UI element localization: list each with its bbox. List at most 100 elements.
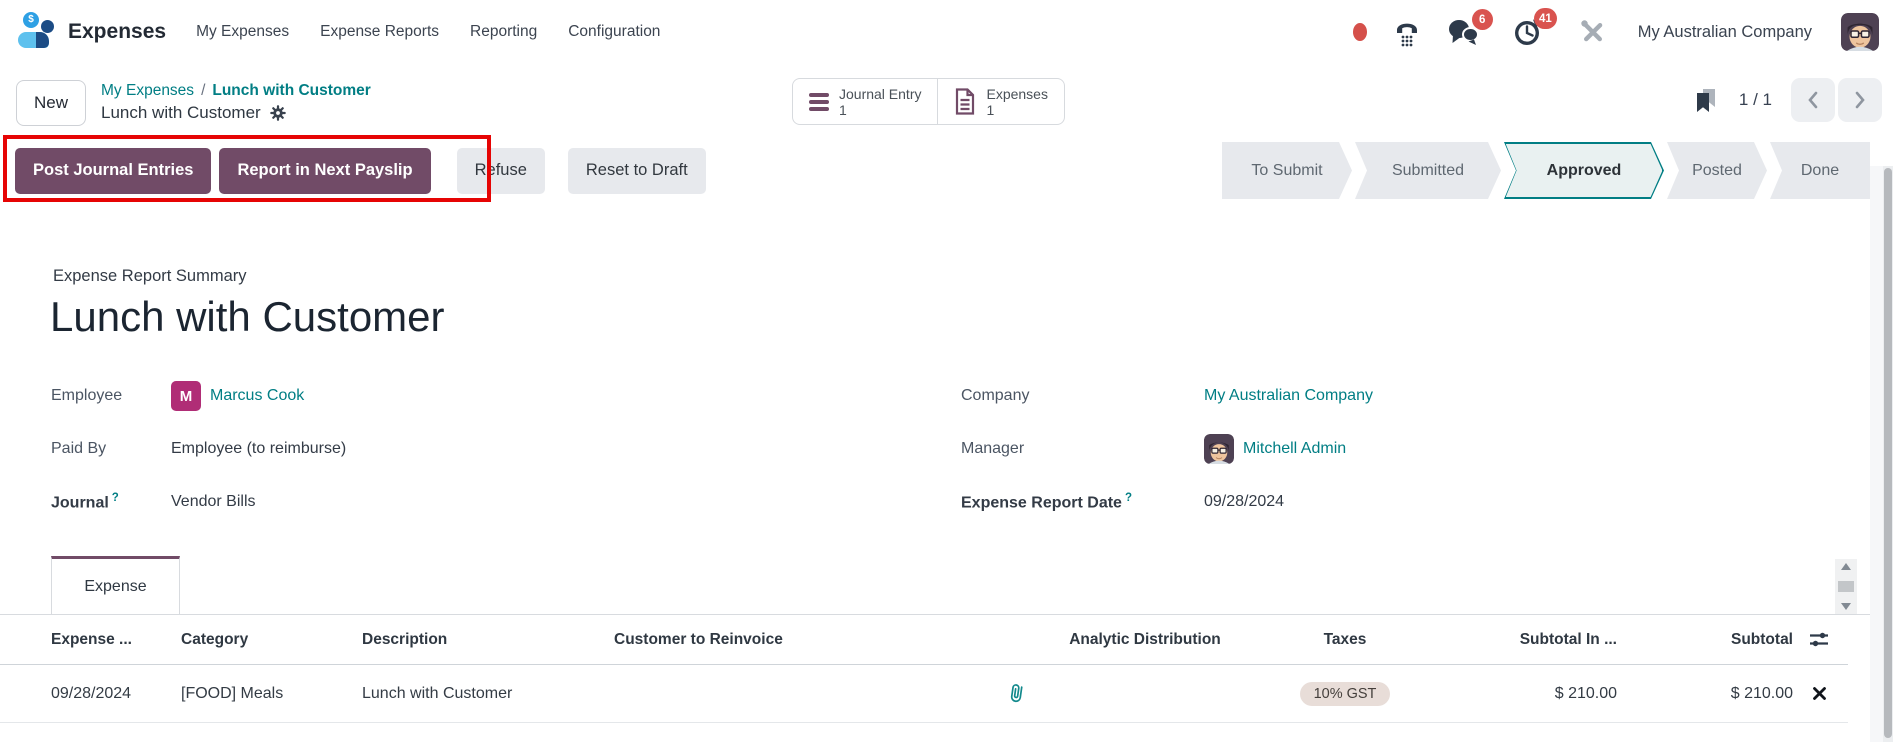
systray: 6 41 My Australian Company	[1353, 13, 1879, 51]
breadcrumb-current: Lunch with Customer	[212, 82, 370, 99]
refuse-button[interactable]: Refuse	[457, 148, 545, 194]
user-avatar[interactable]	[1841, 13, 1879, 51]
expense-report-date-help-icon: ?	[1125, 492, 1132, 504]
bars-icon	[809, 93, 829, 111]
table-row: 09/28/2024 [FOOD] Meals Lunch with Custo…	[0, 665, 1848, 723]
menu-my-expenses[interactable]: My Expenses	[196, 23, 289, 41]
scroll-down-icon[interactable]	[1841, 603, 1851, 610]
header-customer-to-reinvoice[interactable]: Customer to Reinvoice	[614, 615, 994, 664]
cell-expense-date[interactable]: 09/28/2024	[51, 665, 179, 722]
page-scrollbar[interactable]	[1883, 166, 1893, 742]
employee-value[interactable]: Marcus Cook	[210, 387, 304, 405]
header-subtotal[interactable]: Subtotal	[1630, 615, 1793, 664]
status-step-submitted[interactable]: Submitted	[1355, 142, 1501, 199]
field-company: Company My Australian Company	[961, 379, 1373, 413]
logo-person-body	[18, 32, 49, 48]
expense-report-date-label: Expense Report Date?	[961, 492, 1204, 512]
header-expense-date[interactable]: Expense ...	[51, 615, 179, 664]
page-scrollbar-thumb[interactable]	[1884, 168, 1892, 738]
table-scrollbar	[1835, 559, 1857, 614]
sheet-right-margin	[1870, 166, 1883, 742]
field-expense-report-date: Expense Report Date? 09/28/2024	[961, 485, 1373, 519]
delete-row-icon[interactable]	[1813, 687, 1826, 700]
report-in-next-payslip-button[interactable]: Report in Next Payslip	[219, 148, 430, 194]
scroll-thumb[interactable]	[1838, 581, 1854, 592]
journal-label: Journal?	[51, 492, 171, 512]
cell-subtotal-in-currency[interactable]: $ 210.00	[1440, 665, 1617, 722]
employee-label: Employee	[51, 387, 171, 405]
header-description[interactable]: Description	[362, 615, 612, 664]
gear-icon[interactable]	[270, 105, 286, 121]
menu-reporting[interactable]: Reporting	[470, 23, 537, 41]
pager-next-button[interactable]	[1838, 78, 1882, 122]
header-subtotal-in-currency[interactable]: Subtotal In ...	[1440, 615, 1617, 664]
cell-analytic-distribution[interactable]	[1040, 665, 1250, 722]
pager[interactable]: 1 / 1	[1739, 90, 1772, 110]
stat-button-expenses[interactable]: Expenses 1	[937, 79, 1063, 124]
logo-person-head	[41, 20, 54, 33]
field-manager: Manager Mitchell Admin	[961, 432, 1373, 466]
journal-value[interactable]: Vendor Bills	[171, 493, 256, 511]
stat-value: 1	[986, 102, 1047, 118]
app-name[interactable]: Expenses	[68, 20, 166, 44]
record-display-name: Lunch with Customer	[101, 101, 261, 125]
company-switcher[interactable]: My Australian Company	[1638, 23, 1812, 42]
field-journal: Journal? Vendor Bills	[51, 485, 346, 519]
form-sheet: Expense Report Summary Lunch with Custom…	[0, 221, 1870, 742]
manager-avatar	[1204, 434, 1234, 464]
cell-description[interactable]: Lunch with Customer	[362, 665, 612, 722]
stat-label: Journal Entry	[839, 86, 921, 102]
presence-indicator-icon	[1353, 23, 1367, 41]
stat-value: 1	[839, 102, 921, 118]
expense-table-header: Expense ... Category Description Custome…	[0, 615, 1848, 665]
new-button[interactable]: New	[16, 80, 86, 126]
activities-icon[interactable]: 41	[1513, 17, 1544, 47]
header-category[interactable]: Category	[181, 615, 359, 664]
company-label: Company	[961, 387, 1204, 405]
cell-taxes: 10% GST	[1252, 665, 1438, 722]
manager-label: Manager	[961, 440, 1204, 458]
expense-report-date-value[interactable]: 09/28/2024	[1204, 493, 1284, 511]
cell-category[interactable]: [FOOD] Meals	[181, 665, 359, 722]
paid-by-label: Paid By	[51, 440, 171, 458]
employee-avatar: M	[171, 381, 201, 411]
action-bar: Post Journal Entries Report in Next Pays…	[0, 142, 1893, 199]
optional-columns-icon[interactable]	[1798, 615, 1840, 664]
tab-expense[interactable]: Expense	[51, 556, 180, 615]
pager-previous-button[interactable]	[1791, 78, 1835, 122]
messages-badge: 6	[1472, 9, 1493, 30]
journal-help-icon: ?	[112, 492, 119, 504]
activities-badge: 41	[1534, 8, 1557, 29]
company-value[interactable]: My Australian Company	[1204, 387, 1373, 405]
header-taxes[interactable]: Taxes	[1252, 615, 1438, 664]
scroll-up-icon[interactable]	[1841, 563, 1851, 570]
status-step-posted[interactable]: Posted	[1667, 142, 1767, 199]
menu-configuration[interactable]: Configuration	[568, 23, 660, 41]
main-menu: My Expenses Expense Reports Reporting Co…	[196, 23, 660, 41]
tax-tag[interactable]: 10% GST	[1300, 682, 1391, 706]
statusbar: To Submit Submitted Approved Posted Done	[1222, 142, 1870, 199]
developer-tools-icon[interactable]	[1579, 18, 1607, 46]
expenses-app-icon[interactable]: $	[16, 12, 58, 52]
post-journal-entries-button[interactable]: Post Journal Entries	[15, 148, 211, 194]
breadcrumb-separator: /	[201, 82, 205, 99]
status-step-done[interactable]: Done	[1770, 142, 1870, 199]
field-employee: Employee M Marcus Cook	[51, 379, 346, 413]
status-step-approved[interactable]: Approved	[1504, 142, 1664, 199]
cell-subtotal[interactable]: $ 210.00	[1630, 665, 1793, 722]
reset-to-draft-button[interactable]: Reset to Draft	[568, 148, 706, 194]
voip-phone-icon[interactable]	[1392, 17, 1422, 47]
cell-customer-to-reinvoice[interactable]	[614, 665, 994, 722]
breadcrumb-parent[interactable]: My Expenses	[101, 82, 194, 99]
paperclip-icon[interactable]	[998, 665, 1034, 722]
header-analytic-distribution[interactable]: Analytic Distribution	[1040, 615, 1250, 664]
control-panel: New My Expenses / Lunch with Customer Lunc…	[0, 64, 1893, 142]
page-title[interactable]: Lunch with Customer	[50, 293, 445, 341]
messages-icon[interactable]: 6	[1447, 18, 1480, 46]
manager-value[interactable]: Mitchell Admin	[1243, 440, 1346, 458]
stat-button-journal-entry[interactable]: Journal Entry 1	[793, 79, 937, 124]
bookmark-icon[interactable]	[1693, 87, 1720, 114]
status-step-to-submit[interactable]: To Submit	[1222, 142, 1352, 199]
menu-expense-reports[interactable]: Expense Reports	[320, 23, 439, 41]
paid-by-value[interactable]: Employee (to reimburse)	[171, 440, 346, 458]
